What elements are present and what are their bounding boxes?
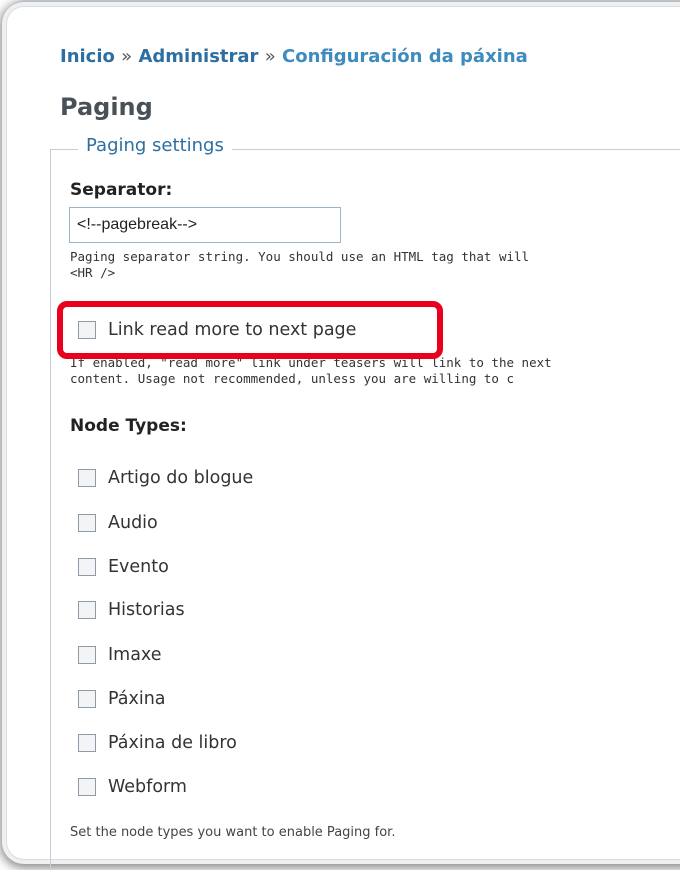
node-type-row[interactable]: Imaxe: [78, 645, 162, 665]
node-type-checkbox[interactable]: [78, 646, 96, 664]
page-title: Paging: [60, 93, 153, 121]
fieldset-legend[interactable]: Paging settings: [78, 135, 232, 156]
node-type-row[interactable]: Historias: [78, 600, 185, 620]
node-type-checkbox[interactable]: [78, 778, 96, 796]
highlight-box: [57, 301, 443, 359]
separator-label: Separator:: [70, 180, 173, 200]
separator-description-line-2: <HR />: [70, 265, 116, 280]
breadcrumb-current-link[interactable]: Configuración da páxina: [282, 46, 528, 67]
node-type-label[interactable]: Páxina: [108, 689, 166, 709]
node-type-row[interactable]: Evento: [78, 557, 169, 577]
breadcrumb-separator: »: [264, 46, 276, 67]
node-type-label[interactable]: Evento: [108, 557, 169, 577]
separator-input[interactable]: [69, 207, 341, 243]
node-type-checkbox[interactable]: [78, 469, 96, 487]
node-type-label[interactable]: Páxina de libro: [108, 733, 237, 753]
breadcrumb-admin-link[interactable]: Administrar: [138, 46, 258, 67]
separator-description-line-1: Paging separator string. You should use …: [70, 249, 530, 264]
node-type-checkbox[interactable]: [78, 734, 96, 752]
breadcrumb-home-link[interactable]: Inicio: [60, 46, 115, 67]
node-type-label[interactable]: Historias: [108, 600, 185, 620]
node-type-checkbox[interactable]: [78, 514, 96, 532]
node-type-checkbox[interactable]: [78, 601, 96, 619]
node-type-row[interactable]: Páxina: [78, 689, 166, 709]
node-type-label[interactable]: Webform: [108, 777, 187, 797]
node-type-row[interactable]: Audio: [78, 513, 158, 533]
node-type-row[interactable]: Páxina de libro: [78, 733, 237, 753]
node-type-checkbox[interactable]: [78, 690, 96, 708]
node-type-label[interactable]: Artigo do blogue: [108, 468, 253, 488]
breadcrumb-separator: »: [121, 46, 133, 67]
node-types-help-text: Set the node types you want to enable Pa…: [70, 825, 396, 840]
node-type-label[interactable]: Audio: [108, 513, 158, 533]
node-type-row[interactable]: Webform: [78, 777, 187, 797]
node-type-row[interactable]: Artigo do blogue: [78, 468, 253, 488]
breadcrumb: Inicio » Administrar » Configuración da …: [60, 46, 528, 67]
node-types-label: Node Types:: [70, 416, 187, 436]
read-more-description-line-2: content. Usage not recommended, unless y…: [70, 371, 515, 386]
node-type-label[interactable]: Imaxe: [108, 645, 162, 665]
node-type-checkbox[interactable]: [78, 558, 96, 576]
